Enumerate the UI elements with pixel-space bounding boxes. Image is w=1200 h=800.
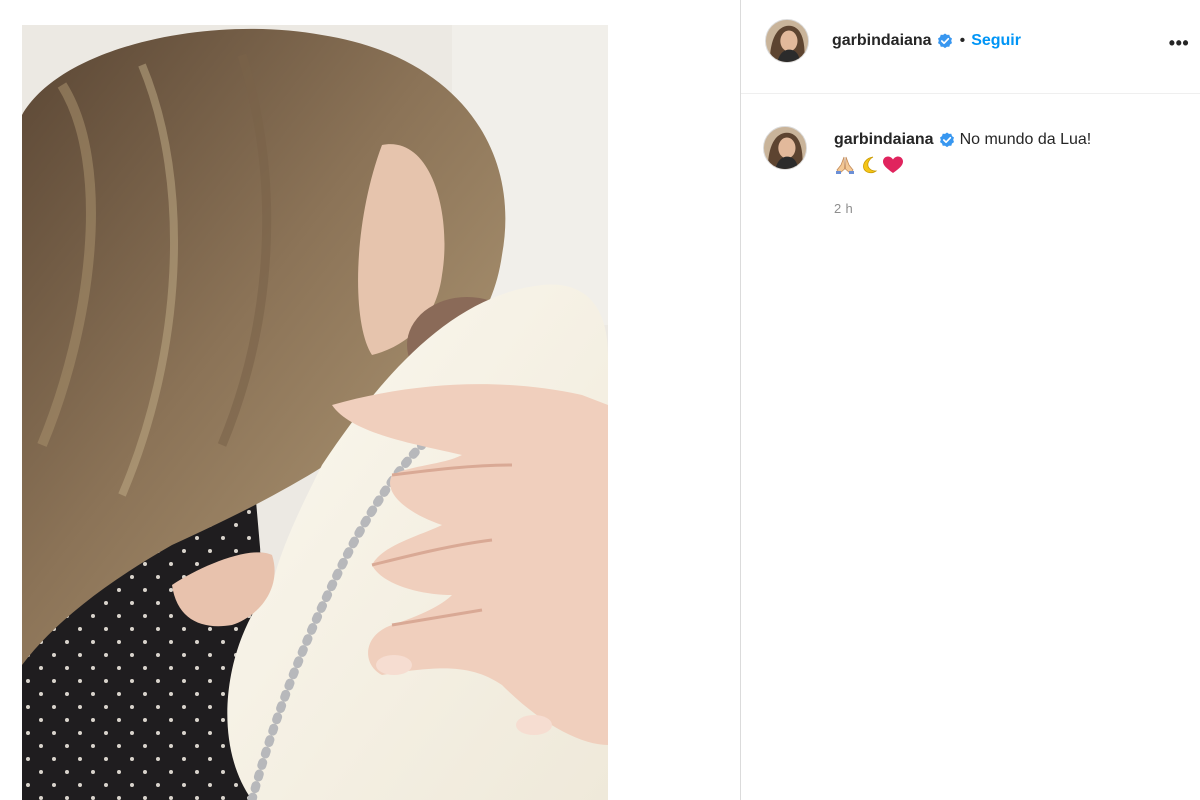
follow-button[interactable]: Seguir [971, 32, 1021, 50]
more-options-glyph: ••• [1168, 33, 1190, 53]
author-username[interactable]: garbindaiana [832, 32, 932, 50]
caption-line: garbindaiana No mundo da Lua! [834, 129, 1091, 151]
author-avatar[interactable] [765, 19, 809, 63]
folded-hands-icon [834, 155, 856, 175]
caption-emojis [834, 155, 904, 175]
header-row: garbindaiana • Seguir [832, 30, 1021, 52]
red-heart-icon [882, 155, 904, 175]
post-timestamp[interactable]: 2 h [834, 201, 853, 216]
caption-avatar[interactable] [763, 126, 807, 170]
post-photo-image [22, 25, 608, 800]
media-pane [0, 0, 740, 800]
post-photo[interactable] [22, 25, 608, 800]
separator-dot: • [959, 32, 966, 49]
post-header: garbindaiana • Seguir ••• [741, 0, 1200, 94]
caption-username[interactable]: garbindaiana [834, 131, 934, 149]
avatar-image [766, 20, 808, 62]
verified-badge-icon [937, 33, 953, 49]
avatar-image [764, 127, 806, 169]
verified-badge-icon [939, 132, 955, 148]
post-sidebar: garbindaiana • Seguir ••• garbindaiana N… [740, 0, 1200, 800]
more-options-icon[interactable]: ••• [1168, 32, 1190, 54]
crescent-moon-icon [858, 155, 880, 175]
caption-text: No mundo da Lua! [959, 131, 1092, 148]
